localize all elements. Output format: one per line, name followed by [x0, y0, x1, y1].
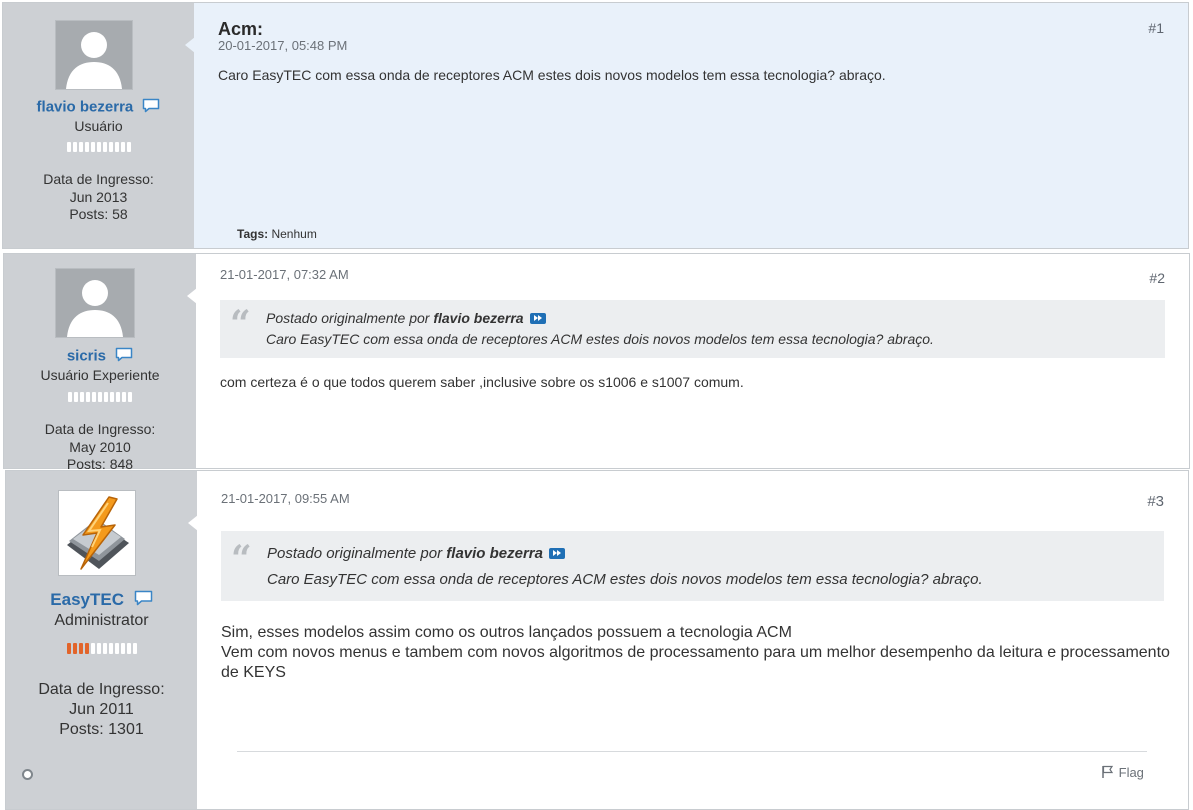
flag-button[interactable]: Flag — [1101, 765, 1144, 781]
post-date: 20-01-2017, 05:48 PM — [218, 38, 348, 53]
post-tags: Tags: Nenhum — [237, 227, 317, 241]
post-count: Posts: 58 — [69, 206, 128, 222]
quote-block: “ Postado originalmente por flavio bezer… — [221, 531, 1164, 601]
post-number-link[interactable]: #2 — [1149, 270, 1165, 286]
post-footer-divider — [237, 751, 1147, 752]
post-1-author-sidebar: flavio bezerra Usuário Data de Ingresso:… — [3, 3, 194, 248]
post-body-line: Vem com novos menus e tambem com novos a… — [221, 644, 1170, 681]
quote-block: “ Postado originalmente por flavio bezer… — [220, 300, 1165, 358]
post-3-username[interactable]: EasyTEC — [6, 590, 197, 611]
private-message-icon[interactable] — [142, 98, 160, 117]
post-1-content: Acm: 20-01-2017, 05:48 PM #1 Caro EasyTE… — [194, 3, 1188, 248]
username-link[interactable]: EasyTEC — [50, 590, 124, 609]
post-3: EasyTEC Administrator Data de Ingresso: … — [5, 470, 1189, 810]
private-message-icon[interactable] — [134, 590, 153, 611]
quote-text: Caro EasyTEC com essa onda de receptores… — [267, 571, 983, 588]
quote-header: Postado originalmente por flavio bezerra — [267, 545, 565, 562]
online-status-icon — [22, 769, 33, 780]
post-3-user-title: Administrator — [54, 612, 149, 629]
quote-header: Postado originalmente por flavio bezerra — [266, 310, 546, 326]
post-count: Posts: 1301 — [59, 721, 144, 738]
quote-text: Caro EasyTEC com essa onda de receptores… — [266, 331, 934, 347]
join-date-value: Jun 2013 — [69, 188, 128, 205]
post-date: 21-01-2017, 09:55 AM — [221, 491, 350, 506]
post-1-username[interactable]: flavio bezerra — [3, 98, 194, 117]
private-message-icon[interactable] — [115, 347, 133, 366]
post-1-user-meta: Data de Ingresso: Jun 2013 Posts: 58 — [3, 171, 194, 224]
default-avatar-icon[interactable] — [55, 268, 135, 338]
post-2-username[interactable]: sicris — [4, 347, 196, 366]
join-date-label: Data de Ingresso: — [44, 421, 156, 437]
post-title: Acm: — [218, 19, 264, 39]
view-post-icon[interactable] — [549, 547, 565, 559]
post-body-line: Sim, esses modelos assim como os outros … — [221, 624, 792, 641]
view-post-icon[interactable] — [529, 312, 546, 324]
reputation-bar — [4, 392, 196, 402]
post-2-user-meta: Data de Ingresso: May 2010 Posts: 848 — [4, 421, 196, 474]
flag-label: Flag — [1118, 765, 1144, 780]
default-avatar-icon[interactable] — [55, 20, 133, 90]
post-number-link[interactable]: #1 — [1148, 20, 1164, 36]
post-3-user-meta: Data de Ingresso: Jun 2011 Posts: 1301 — [6, 680, 197, 740]
reputation-bar — [3, 142, 194, 152]
post-1-user-title: Usuário — [74, 118, 123, 134]
post-1: flavio bezerra Usuário Data de Ingresso:… — [2, 2, 1189, 249]
quote-author: flavio bezerra — [446, 545, 543, 562]
reputation-bar — [6, 643, 197, 654]
post-2: sicris Usuário Experiente Data de Ingres… — [3, 253, 1190, 472]
post-2-author-sidebar: sicris Usuário Experiente Data de Ingres… — [4, 254, 196, 472]
post-number-link[interactable]: #3 — [1147, 493, 1164, 510]
join-date-value: May 2010 — [69, 438, 131, 455]
username-link[interactable]: sicris — [67, 347, 106, 364]
quote-mark-icon: “ — [231, 538, 252, 580]
quote-mark-icon: “ — [230, 303, 251, 345]
quote-author: flavio bezerra — [433, 310, 524, 326]
username-link[interactable]: flavio bezerra — [37, 98, 134, 115]
flag-icon — [1101, 765, 1119, 780]
post-2-content: 21-01-2017, 07:32 AM #2 “ Postado origin… — [196, 254, 1189, 468]
post-body: Caro EasyTEC com essa onda de receptores… — [218, 67, 886, 83]
post-3-content: 21-01-2017, 09:55 AM #3 “ Postado origin… — [197, 471, 1188, 809]
lightning-logo-icon[interactable] — [58, 490, 136, 576]
post-body: com certeza é o que todos querem saber ,… — [220, 374, 744, 390]
join-date-label: Data de Ingresso: — [38, 681, 165, 698]
join-date-value: Jun 2011 — [69, 701, 134, 718]
post-body: Sim, esses modelos assim como os outros … — [221, 623, 1171, 683]
post-3-author-sidebar: EasyTEC Administrator Data de Ingresso: … — [6, 471, 197, 809]
post-2-user-title: Usuário Experiente — [40, 367, 160, 383]
post-date: 21-01-2017, 07:32 AM — [220, 267, 349, 282]
join-date-label: Data de Ingresso: — [43, 171, 154, 187]
